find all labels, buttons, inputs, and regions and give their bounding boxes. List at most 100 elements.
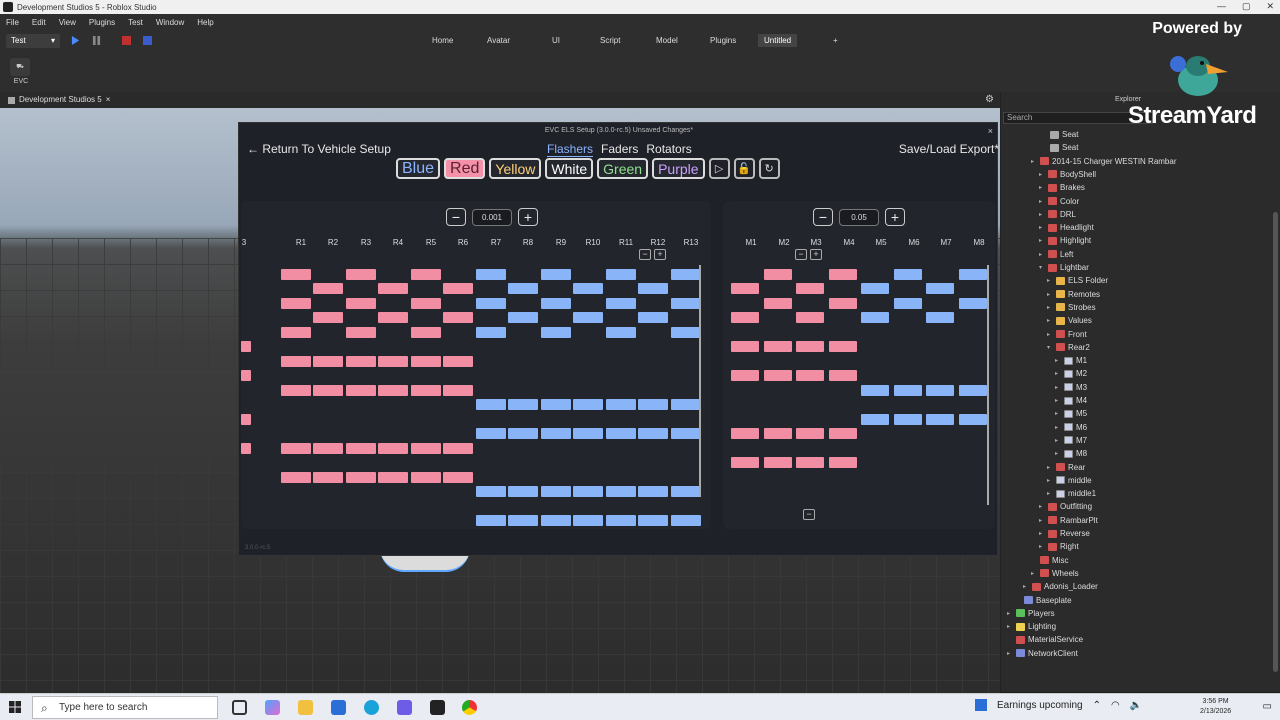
explorer-item[interactable]: ▸ DRL [1039, 210, 1076, 219]
tab-rotators[interactable]: Rotators [646, 142, 691, 157]
add-row-button[interactable]: + [654, 249, 666, 260]
news-widget-text[interactable]: Earnings upcoming [997, 700, 1083, 711]
blue-flash-cell[interactable] [573, 515, 603, 526]
notification-icon[interactable]: ▭ [1263, 701, 1272, 712]
red-flash-cell[interactable] [443, 356, 473, 367]
play-icon[interactable] [71, 36, 80, 45]
red-flash-cell[interactable] [241, 370, 251, 381]
explorer-item[interactable]: ▸ middle1 [1047, 489, 1096, 498]
explorer-item[interactable]: ▸ Remotes [1047, 290, 1100, 299]
blue-flash-cell[interactable] [671, 486, 701, 497]
blue-flash-cell[interactable] [606, 486, 636, 497]
blue-flash-cell[interactable] [671, 515, 701, 526]
explorer-item[interactable]: ▸ Strobes [1047, 303, 1096, 312]
explorer-item[interactable]: Baseplate [1015, 596, 1072, 605]
explorer-item[interactable]: ▾ Lightbar [1039, 263, 1089, 272]
menu-plugins[interactable]: Plugins [89, 18, 115, 27]
explorer-item[interactable]: ▸ M4 [1055, 396, 1087, 405]
red-flash-cell[interactable] [411, 298, 441, 309]
blue-flash-cell[interactable] [573, 312, 603, 323]
blue-flash-cell[interactable] [606, 327, 636, 338]
tree-arrow-icon[interactable]: ▸ [1055, 410, 1061, 417]
explorer-item[interactable]: ▸ M6 [1055, 423, 1087, 432]
menu-window[interactable]: Window [156, 18, 184, 27]
increase-step-button[interactable]: + [518, 208, 538, 226]
red-flash-cell[interactable] [378, 312, 408, 323]
red-flash-cell[interactable] [378, 443, 408, 454]
red-flash-cell[interactable] [764, 341, 792, 352]
tree-arrow-icon[interactable]: ▸ [1023, 583, 1029, 590]
blue-flash-cell[interactable] [508, 283, 538, 294]
red-flash-cell[interactable] [313, 356, 343, 367]
blue-flash-cell[interactable] [638, 486, 668, 497]
blue-flash-cell[interactable] [508, 399, 538, 410]
add-tab-button[interactable]: + [833, 36, 838, 45]
copilot-icon[interactable] [265, 700, 280, 715]
color-red-button[interactable]: Red [444, 158, 486, 179]
red-flash-cell[interactable] [443, 443, 473, 454]
color-yellow-button[interactable]: Yellow [489, 158, 542, 179]
tree-arrow-icon[interactable]: ▸ [1047, 331, 1053, 338]
blue-flash-cell[interactable] [541, 399, 571, 410]
blue-flash-cell[interactable] [671, 327, 701, 338]
refresh-icon[interactable]: ↻ [758, 158, 780, 179]
explorer-item[interactable]: ▸ M2 [1055, 369, 1087, 378]
decrease-step-button[interactable]: − [813, 208, 833, 226]
red-flash-cell[interactable] [346, 443, 376, 454]
explorer-item[interactable]: ▸ M7 [1055, 436, 1087, 445]
close-tab-icon[interactable]: × [106, 95, 111, 106]
remove-row-button[interactable]: − [639, 249, 651, 260]
explorer-item[interactable]: MaterialService [1007, 635, 1083, 644]
explorer-item[interactable]: ▸ BodyShell [1039, 170, 1096, 179]
blue-flash-cell[interactable] [638, 283, 668, 294]
red-flash-cell[interactable] [241, 414, 251, 425]
add-row-button[interactable]: + [810, 249, 822, 260]
tree-arrow-icon[interactable]: ▸ [1031, 158, 1037, 165]
explorer-item[interactable]: ▸ M8 [1055, 449, 1087, 458]
color-green-button[interactable]: Green [597, 158, 649, 179]
play-icon[interactable]: ▷ [708, 158, 730, 179]
red-flash-cell[interactable] [378, 385, 408, 396]
tree-arrow-icon[interactable]: ▸ [1047, 490, 1053, 497]
save-load-export-button[interactable]: Save/Load Export* [899, 142, 999, 156]
red-flash-cell[interactable] [731, 428, 759, 439]
explorer-item[interactable]: Misc [1031, 556, 1068, 565]
red-flash-cell[interactable] [281, 472, 311, 483]
blue-flash-cell[interactable] [541, 269, 571, 280]
blue-flash-cell[interactable] [508, 428, 538, 439]
red-flash-cell[interactable] [443, 385, 473, 396]
blue-flash-cell[interactable] [541, 486, 571, 497]
step-value-left[interactable]: 0.001 [472, 208, 512, 226]
red-flash-cell[interactable] [764, 457, 792, 468]
blue-flash-cell[interactable] [541, 515, 571, 526]
maximize-icon[interactable]: ▢ [1242, 1, 1251, 12]
tree-arrow-icon[interactable]: ▸ [1039, 224, 1045, 231]
explorer-item[interactable]: ▸ Left [1039, 250, 1073, 259]
red-flash-cell[interactable] [241, 443, 251, 454]
red-flash-cell[interactable] [829, 428, 857, 439]
task-view-icon[interactable] [232, 700, 247, 715]
tree-arrow-icon[interactable]: ▸ [1007, 610, 1013, 617]
blue-flash-cell[interactable] [638, 428, 668, 439]
tree-arrow-icon[interactable]: ▸ [1047, 477, 1053, 484]
explorer-item[interactable]: ▸ Players [1007, 609, 1055, 618]
explorer-item[interactable]: ▸ Front [1047, 330, 1087, 339]
explorer-item[interactable]: ▸ M3 [1055, 383, 1087, 392]
tab-avatar[interactable]: Avatar [487, 36, 510, 45]
explorer-item[interactable]: ▸ NetworkClient [1007, 649, 1078, 658]
blue-flash-cell[interactable] [573, 399, 603, 410]
blue-flash-cell[interactable] [573, 283, 603, 294]
remove-row-button[interactable]: − [803, 509, 815, 520]
blue-flash-cell[interactable] [959, 298, 987, 309]
explorer-item[interactable]: ▸ Right [1039, 542, 1079, 551]
tab-model[interactable]: Model [656, 36, 678, 45]
red-flash-cell[interactable] [241, 341, 251, 352]
blue-flash-cell[interactable] [476, 515, 506, 526]
tree-arrow-icon[interactable]: ▸ [1055, 397, 1061, 404]
red-flash-cell[interactable] [313, 283, 343, 294]
explorer-item[interactable]: ▸ Reverse [1039, 529, 1090, 538]
explorer-item[interactable]: ▸ Adonis_Loader [1023, 582, 1098, 591]
red-flash-cell[interactable] [281, 356, 311, 367]
tree-arrow-icon[interactable]: ▸ [1039, 251, 1045, 258]
minimize-icon[interactable]: — [1217, 1, 1226, 12]
